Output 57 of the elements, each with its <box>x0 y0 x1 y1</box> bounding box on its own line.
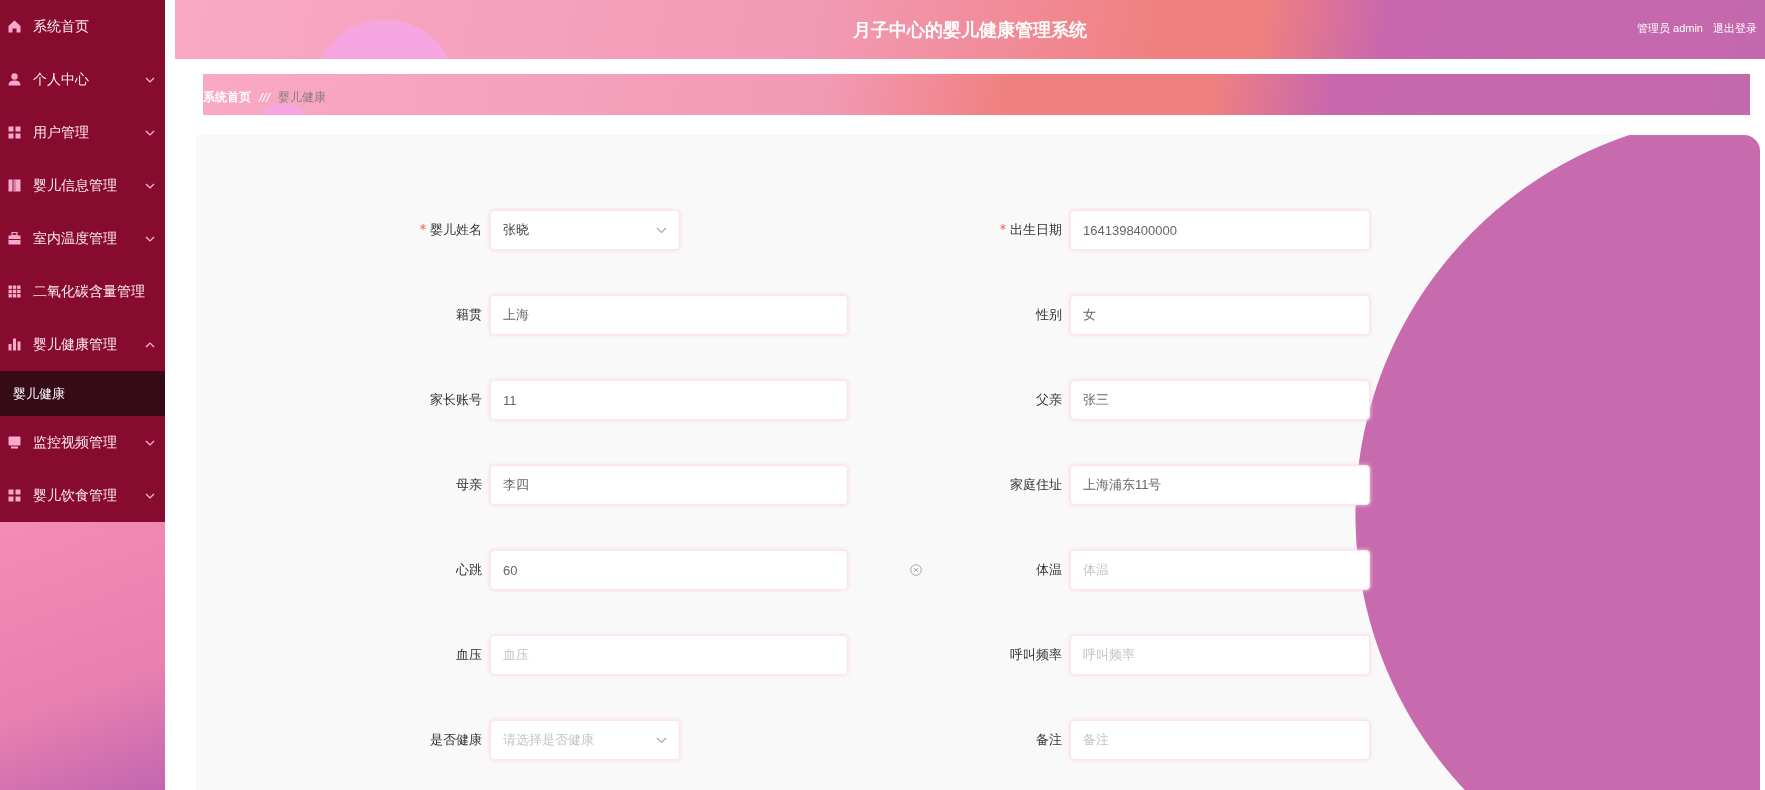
sidebar-item[interactable]: 婴儿健康管理 <box>0 318 165 371</box>
grid-icon <box>8 126 21 139</box>
logout-link[interactable]: 退出登录 <box>1713 21 1757 36</box>
sidebar-item[interactable]: 系统首页 <box>0 0 165 53</box>
field-label: 婴儿姓名 <box>430 222 482 237</box>
sidebar-item[interactable]: 二氧化碳含量管理 <box>0 265 165 318</box>
chevron-down-icon <box>656 226 667 234</box>
select-field[interactable]: 张晓 <box>490 210 680 250</box>
caret-icon <box>145 75 155 84</box>
input-field[interactable]: 11 <box>490 380 848 420</box>
field-label: 父亲 <box>1036 392 1062 407</box>
caret-icon <box>145 491 155 500</box>
field-label: 备注 <box>1036 732 1062 747</box>
caret-icon <box>145 438 155 447</box>
home-icon <box>8 20 21 33</box>
input-field[interactable]: 上海 <box>490 295 848 335</box>
field-label: 呼叫频率 <box>1010 647 1062 662</box>
input-field[interactable]: 李四 <box>490 465 848 505</box>
person-icon <box>8 73 21 86</box>
field-label: 家庭住址 <box>1010 477 1062 492</box>
chevron-down-icon <box>656 736 667 744</box>
grid-icon <box>8 285 21 298</box>
briefcase-icon <box>8 232 21 245</box>
caret-icon <box>145 234 155 243</box>
user-label: 管理员 admin <box>1636 21 1703 36</box>
sidebar-subitem[interactable]: 婴儿健康 <box>0 371 165 416</box>
clear-icon[interactable] <box>910 564 922 576</box>
input-field[interactable]: 上海浦东11号 <box>1070 465 1370 505</box>
input-field[interactable]: 女 <box>1070 295 1370 335</box>
breadcrumb-current: 婴儿健康 <box>277 89 326 106</box>
field-label: 性别 <box>1036 307 1062 322</box>
caret-icon <box>145 340 155 349</box>
field-label: 体温 <box>1036 562 1062 577</box>
input-field[interactable]: 张三 <box>1070 380 1370 420</box>
field-label: 家长账号 <box>430 392 482 407</box>
input-field[interactable]: 1641398400000 <box>1070 210 1370 250</box>
sidebar-item[interactable]: 个人中心 <box>0 53 165 106</box>
sidebar-item[interactable]: 用户管理 <box>0 106 165 159</box>
field-label: 母亲 <box>456 477 482 492</box>
book-icon <box>8 179 21 192</box>
sidebar-item[interactable]: 室内温度管理 <box>0 212 165 265</box>
sidebar-item[interactable]: 婴儿饮食管理 <box>0 469 165 522</box>
sidebar-item[interactable]: 监控视频管理 <box>0 416 165 469</box>
field-label: 心跳 <box>456 562 482 577</box>
grid-icon <box>8 489 21 502</box>
caret-icon <box>145 181 155 190</box>
app-title: 月子中心的婴儿健康管理系统 <box>853 18 1087 42</box>
field-label: 出生日期 <box>1010 222 1062 237</box>
breadcrumb-separator: /// <box>259 90 270 105</box>
bar-chart-icon <box>8 338 21 351</box>
monitor-icon <box>8 436 21 449</box>
field-label: 是否健康 <box>430 732 482 747</box>
sidebar-item[interactable]: 婴儿信息管理 <box>0 159 165 212</box>
field-label: 籍贯 <box>456 307 482 322</box>
input-field[interactable]: 60 <box>490 550 848 590</box>
caret-icon <box>145 128 155 137</box>
field-label: 血压 <box>456 647 482 662</box>
